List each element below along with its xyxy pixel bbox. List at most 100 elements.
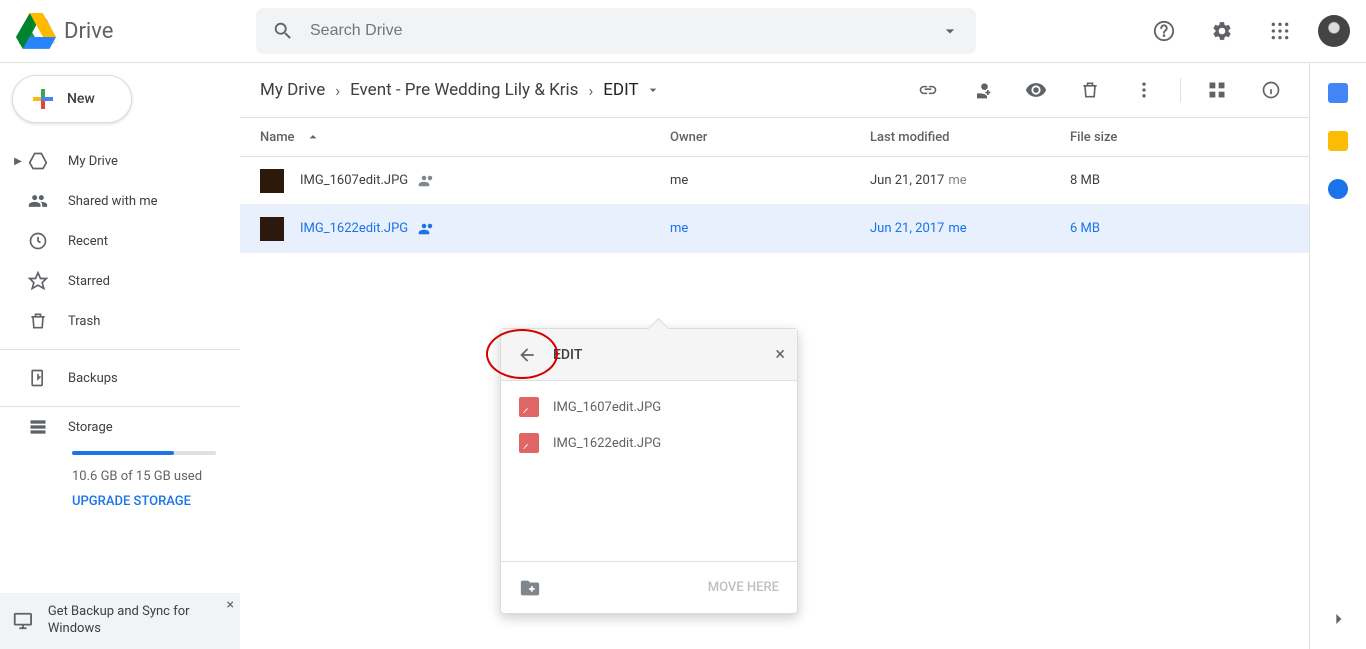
shared-indicator-icon bbox=[418, 172, 436, 190]
nav-label: Shared with me bbox=[68, 194, 158, 209]
move-item-label: IMG_1607edit.JPG bbox=[553, 400, 661, 415]
nav-label: Backups bbox=[68, 371, 118, 386]
calendar-app-icon[interactable] bbox=[1328, 83, 1348, 103]
storage-icon bbox=[26, 415, 50, 439]
shared-icon bbox=[26, 189, 50, 213]
file-owner: me bbox=[670, 173, 870, 188]
header: Drive bbox=[0, 0, 1366, 63]
storage-used-text: 10.6 GB of 15 GB used bbox=[72, 469, 216, 484]
my-drive-icon bbox=[26, 149, 50, 173]
nav-label: My Drive bbox=[68, 154, 118, 169]
file-modified: Jun 21, 2017 bbox=[870, 173, 944, 188]
storage-block: 10.6 GB of 15 GB used UPGRADE STORAGE bbox=[0, 451, 240, 509]
col-size[interactable]: File size bbox=[1070, 130, 1289, 145]
grid-view-icon[interactable] bbox=[1199, 72, 1235, 108]
nav-label: Starred bbox=[68, 274, 110, 289]
new-button[interactable]: New bbox=[12, 75, 132, 123]
nav-starred[interactable]: Starred bbox=[0, 261, 240, 301]
move-popup-title: EDIT bbox=[553, 347, 582, 363]
divider bbox=[0, 406, 240, 407]
file-size: 8 MB bbox=[1070, 173, 1289, 188]
nav-backups[interactable]: Backups bbox=[0, 358, 240, 398]
file-thumbnail bbox=[260, 217, 284, 241]
nav-trash[interactable]: Trash bbox=[0, 301, 240, 341]
search-options-icon[interactable] bbox=[940, 21, 960, 41]
chevron-right-icon[interactable]: ▶ bbox=[12, 156, 24, 167]
toolbar-actions bbox=[910, 72, 1289, 108]
backup-banner[interactable]: Get Backup and Sync for Windows × bbox=[0, 593, 240, 649]
backups-icon bbox=[26, 366, 50, 390]
close-icon[interactable]: × bbox=[227, 597, 234, 613]
tasks-app-icon[interactable] bbox=[1328, 179, 1348, 199]
nav-label: Storage bbox=[68, 420, 113, 435]
details-icon[interactable] bbox=[1253, 72, 1289, 108]
recent-icon bbox=[26, 229, 50, 253]
logo-area[interactable]: Drive bbox=[16, 11, 256, 51]
breadcrumb-root[interactable]: My Drive bbox=[260, 80, 325, 100]
back-arrow-icon[interactable] bbox=[517, 345, 537, 365]
file-row[interactable]: IMG_1607edit.JPG me Jun 21, 2017me 8 MB bbox=[240, 157, 1309, 205]
sidebar: New ▶ My Drive Shared with me Recent Sta… bbox=[0, 63, 240, 649]
nav-recent[interactable]: Recent bbox=[0, 221, 240, 261]
file-name: IMG_1607edit.JPG bbox=[300, 173, 408, 188]
nav-my-drive[interactable]: ▶ My Drive bbox=[0, 141, 240, 181]
sort-arrow-up-icon bbox=[305, 129, 321, 145]
toolbar: My Drive › Event - Pre Wedding Lily & Kr… bbox=[240, 63, 1309, 117]
search-bar[interactable] bbox=[256, 8, 976, 54]
divider bbox=[0, 349, 240, 350]
chevron-right-icon: › bbox=[335, 81, 340, 100]
apps-icon[interactable] bbox=[1260, 11, 1300, 51]
help-icon[interactable] bbox=[1144, 11, 1184, 51]
move-popup-footer: MOVE HERE bbox=[501, 561, 797, 613]
star-icon bbox=[26, 269, 50, 293]
share-icon[interactable] bbox=[964, 72, 1000, 108]
shared-indicator-icon bbox=[418, 220, 436, 238]
header-actions bbox=[1124, 11, 1350, 51]
file-owner: me bbox=[670, 221, 870, 236]
get-link-icon[interactable] bbox=[910, 72, 946, 108]
side-panel bbox=[1310, 63, 1366, 649]
move-item[interactable]: IMG_1622edit.JPG bbox=[501, 425, 797, 461]
move-popup-header: EDIT × bbox=[501, 329, 797, 381]
keep-app-icon[interactable] bbox=[1328, 131, 1348, 151]
plus-icon bbox=[31, 87, 55, 111]
nav: ▶ My Drive Shared with me Recent Starred… bbox=[0, 141, 240, 341]
col-owner[interactable]: Owner bbox=[670, 130, 870, 145]
chevron-right-icon[interactable] bbox=[1328, 609, 1348, 629]
breadcrumb-folder[interactable]: Event - Pre Wedding Lily & Kris bbox=[350, 80, 578, 100]
breadcrumb-current[interactable]: EDIT bbox=[603, 80, 660, 100]
desktop-icon bbox=[12, 609, 34, 633]
trash-icon bbox=[26, 309, 50, 333]
file-thumbnail bbox=[260, 169, 284, 193]
search-input[interactable] bbox=[310, 22, 940, 40]
image-file-icon bbox=[519, 397, 539, 417]
file-size: 6 MB bbox=[1070, 221, 1289, 236]
more-icon[interactable] bbox=[1126, 72, 1162, 108]
new-folder-icon[interactable] bbox=[519, 577, 541, 599]
move-popup-body: IMG_1607edit.JPG IMG_1622edit.JPG bbox=[501, 381, 797, 561]
chevron-down-icon bbox=[645, 82, 661, 98]
upgrade-storage-link[interactable]: UPGRADE STORAGE bbox=[72, 494, 216, 509]
file-row[interactable]: IMG_1622edit.JPG me Jun 21, 2017me 6 MB bbox=[240, 205, 1309, 253]
settings-icon[interactable] bbox=[1202, 11, 1242, 51]
banner-text: Get Backup and Sync for Windows bbox=[48, 604, 228, 638]
new-button-label: New bbox=[67, 91, 95, 107]
preview-icon[interactable] bbox=[1018, 72, 1054, 108]
nav-storage[interactable]: Storage bbox=[0, 415, 240, 439]
drive-logo-icon bbox=[16, 11, 56, 51]
move-here-button[interactable]: MOVE HERE bbox=[708, 580, 779, 595]
nav-shared[interactable]: Shared with me bbox=[0, 181, 240, 221]
move-popup: EDIT × IMG_1607edit.JPG IMG_1622edit.JPG… bbox=[500, 328, 798, 614]
close-icon[interactable]: × bbox=[775, 344, 785, 365]
nav-label: Trash bbox=[68, 314, 100, 329]
file-name: IMG_1622edit.JPG bbox=[300, 221, 408, 236]
col-modified[interactable]: Last modified bbox=[870, 130, 1070, 145]
move-item[interactable]: IMG_1607edit.JPG bbox=[501, 389, 797, 425]
col-name[interactable]: Name bbox=[260, 129, 670, 145]
storage-bar bbox=[72, 451, 216, 455]
file-modified: Jun 21, 2017 bbox=[870, 221, 944, 236]
file-modified-by: me bbox=[948, 173, 966, 188]
account-avatar[interactable] bbox=[1318, 15, 1350, 47]
delete-icon[interactable] bbox=[1072, 72, 1108, 108]
image-file-icon bbox=[519, 433, 539, 453]
